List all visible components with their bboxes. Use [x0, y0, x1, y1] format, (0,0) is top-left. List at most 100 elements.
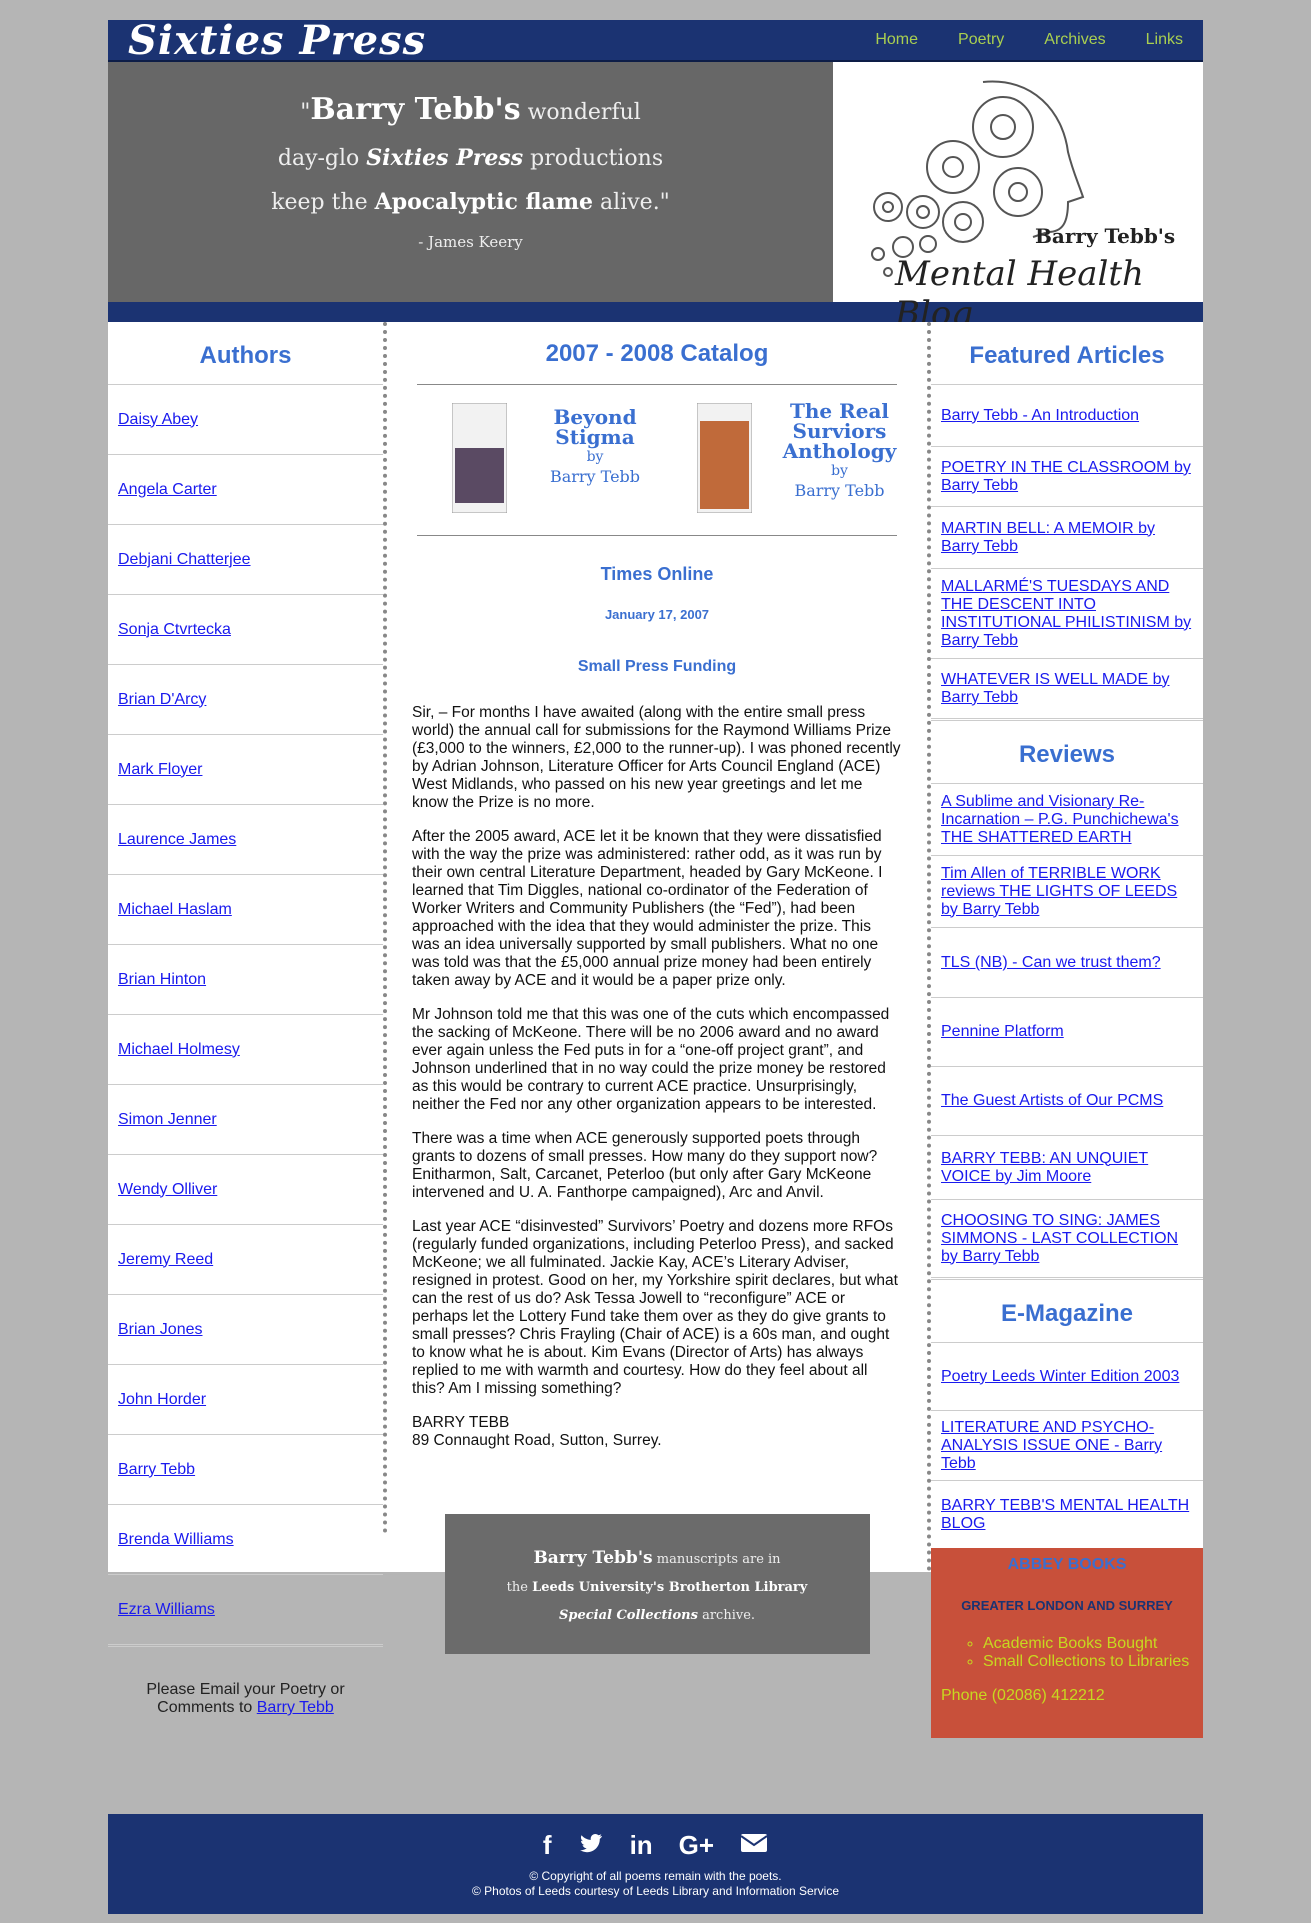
quote-l1: wonderful [520, 100, 641, 125]
blog-author: Barry Tebb's [1035, 224, 1176, 248]
quote-open: " [300, 100, 311, 125]
featured-link[interactable]: POETRY IN THE CLASSROOM by Barry Tebb [941, 459, 1193, 495]
google-plus-icon[interactable]: G+ [679, 1830, 714, 1861]
review-item: A Sublime and Visionary Re-Incarnation –… [931, 783, 1203, 855]
nav-archives[interactable]: Archives [1044, 31, 1105, 49]
author-item: Brian Jones [108, 1294, 383, 1364]
emagazine-link[interactable]: BARRY TEBB'S MENTAL HEALTH BLOG [941, 1497, 1193, 1533]
main-content: 2007 - 2008 Catalog Beyond Stigma by Bar… [387, 322, 927, 1654]
abbey-phone: Phone (02086) 412212 [941, 1687, 1105, 1704]
author-link[interactable]: Brian Jones [118, 1321, 203, 1339]
book2-author: Barry Tebb [794, 481, 885, 500]
author-item: Simon Jenner [108, 1084, 383, 1154]
nav-links[interactable]: Links [1146, 31, 1183, 49]
author-link[interactable]: Jeremy Reed [118, 1251, 213, 1269]
manuscripts-banner[interactable]: Barry Tebb's manuscripts are in the Leed… [444, 1514, 870, 1654]
author-link[interactable]: Daisy Abey [118, 411, 198, 429]
author-link[interactable]: Mark Floyer [118, 761, 202, 779]
article-date: January 17, 2007 [604, 607, 710, 622]
quote-brand: Sixties Press [366, 145, 524, 171]
featured-link[interactable]: Barry Tebb - An Introduction [941, 407, 1139, 425]
author-link[interactable]: Michael Holmesy [118, 1041, 240, 1059]
book-cover-beyond-stigma[interactable] [452, 403, 507, 513]
author-item: Barry Tebb [108, 1434, 383, 1504]
review-item: BARRY TEBB: AN UNQUIET VOICE by Jim Moor… [931, 1135, 1203, 1199]
email-link[interactable]: Barry Tebb [257, 1699, 334, 1716]
manu-l1: manuscripts are in [652, 1552, 781, 1567]
mental-health-blog-banner[interactable]: Barry Tebb's Mental Health Blog [833, 62, 1203, 334]
review-link[interactable]: The Guest Artists of Our PCMS [941, 1092, 1163, 1110]
author-link[interactable]: Debjani Chatterjee [118, 551, 251, 569]
featured-link[interactable]: MALLARMÉ'S TUESDAYS AND THE DESCENT INTO… [941, 578, 1193, 650]
nav-poetry[interactable]: Poetry [958, 31, 1004, 49]
author-link[interactable]: Laurence James [118, 831, 236, 849]
author-link[interactable]: Sonja Ctvrtecka [118, 621, 231, 639]
facebook-icon[interactable]: f [543, 1830, 552, 1861]
twitter-icon[interactable] [578, 1830, 604, 1856]
author-item: Michael Haslam [108, 874, 383, 944]
author-item: Sonja Ctvrtecka [108, 594, 383, 664]
abbey-list-item: Small Collections to Libraries [983, 1653, 1203, 1671]
author-item: Brian D'Arcy [108, 664, 383, 734]
review-item: CHOOSING TO SING: JAMES SIMMONS - LAST C… [931, 1199, 1203, 1277]
article-paragraph: There was a time when ACE generously sup… [412, 1130, 878, 1201]
author-item: Daisy Abey [108, 384, 383, 454]
review-link[interactable]: TLS (NB) - Can we trust them? [941, 954, 1161, 972]
book-cover-real-survivors[interactable] [697, 403, 752, 513]
article-title: Small Press Funding [577, 658, 737, 675]
author-link[interactable]: Brian D'Arcy [118, 691, 206, 709]
book1-by: by [586, 449, 604, 465]
featured-link[interactable]: WHATEVER IS WELL MADE by Barry Tebb [941, 671, 1193, 707]
email-icon[interactable] [740, 1830, 768, 1856]
author-link[interactable]: Angela Carter [118, 481, 217, 499]
author-link[interactable]: John Horder [118, 1391, 206, 1409]
featured-link[interactable]: MARTIN BELL: A MEMOIR by Barry Tebb [941, 520, 1193, 556]
review-link[interactable]: Tim Allen of TERRIBLE WORK reviews THE L… [941, 865, 1193, 919]
nav-home[interactable]: Home [875, 31, 918, 49]
review-item: Tim Allen of TERRIBLE WORK reviews THE L… [931, 855, 1203, 927]
emagazine-item: Poetry Leeds Winter Edition 2003 [931, 1342, 1203, 1410]
book2-l3: Anthology [782, 439, 897, 463]
review-link[interactable]: Pennine Platform [941, 1023, 1064, 1041]
authors-heading: Authors [199, 342, 292, 369]
author-item: Brenda Williams [108, 1504, 383, 1574]
quote-name: Barry Tebb's [310, 92, 521, 127]
review-item: TLS (NB) - Can we trust them? [931, 927, 1203, 997]
featured-item: Barry Tebb - An Introduction [931, 384, 1203, 446]
main-columns: Authors Daisy Abey Angela Carter Debjani… [108, 322, 1203, 1738]
social-icons: f in G+ [108, 1814, 1203, 1861]
quote-l2-post: productions [523, 146, 664, 171]
author-item: Mark Floyer [108, 734, 383, 804]
abbey-books-ad[interactable]: ABBEY BOOKS GREATER LONDON AND SURREY Ac… [931, 1548, 1203, 1738]
author-link[interactable]: Barry Tebb [118, 1461, 195, 1479]
author-link[interactable]: Brenda Williams [118, 1531, 234, 1549]
site-logo[interactable]: Sixties Press [128, 17, 426, 64]
author-link[interactable]: Brian Hinton [118, 971, 206, 989]
reviews-heading: Reviews [1018, 741, 1116, 768]
manu-name: Barry Tebb's [533, 1548, 653, 1568]
right-sidebar: Featured Articles Barry Tebb - An Introd… [927, 322, 1203, 1738]
photo-credit-line: © Photos of Leeds courtesy of Leeds Libr… [471, 1884, 840, 1898]
copyright-line: © Copyright of all poems remain with the… [529, 1869, 782, 1883]
abbey-list: Academic Books Bought Small Collections … [931, 1635, 1203, 1671]
abbey-title: ABBEY BOOKS [1007, 1556, 1127, 1573]
emagazine-item: BARRY TEBB'S MENTAL HEALTH BLOG [931, 1480, 1203, 1548]
quote-l2-pre: day-glo [277, 146, 367, 171]
abbey-subtitle: GREATER LONDON AND SURREY [961, 1598, 1173, 1613]
review-link[interactable]: BARRY TEBB: AN UNQUIET VOICE by Jim Moor… [941, 1150, 1193, 1186]
linkedin-icon[interactable]: in [630, 1830, 653, 1861]
hero: "Barry Tebb's wonderful day-glo Sixties … [108, 62, 1203, 334]
article-body: Sir, – For months I have awaited (along … [412, 704, 902, 1450]
review-link[interactable]: A Sublime and Visionary Re-Incarnation –… [941, 793, 1193, 847]
author-link[interactable]: Simon Jenner [118, 1111, 217, 1129]
emagazine-link[interactable]: LITERATURE AND PSYCHO-ANALYSIS ISSUE ONE… [941, 1419, 1193, 1473]
author-link[interactable]: Ezra Williams [118, 1601, 215, 1619]
author-link[interactable]: Michael Haslam [118, 901, 232, 919]
featured-item: POETRY IN THE CLASSROOM by Barry Tebb [931, 446, 1203, 506]
hero-quote: "Barry Tebb's wonderful day-glo Sixties … [108, 62, 833, 302]
emagazine-heading: E-Magazine [1000, 1300, 1134, 1327]
article-address: 89 Connaught Road, Sutton, Surrey. [412, 1432, 662, 1449]
emagazine-link[interactable]: Poetry Leeds Winter Edition 2003 [941, 1368, 1179, 1386]
author-link[interactable]: Wendy Olliver [118, 1181, 217, 1199]
review-link[interactable]: CHOOSING TO SING: JAMES SIMMONS - LAST C… [941, 1212, 1193, 1266]
